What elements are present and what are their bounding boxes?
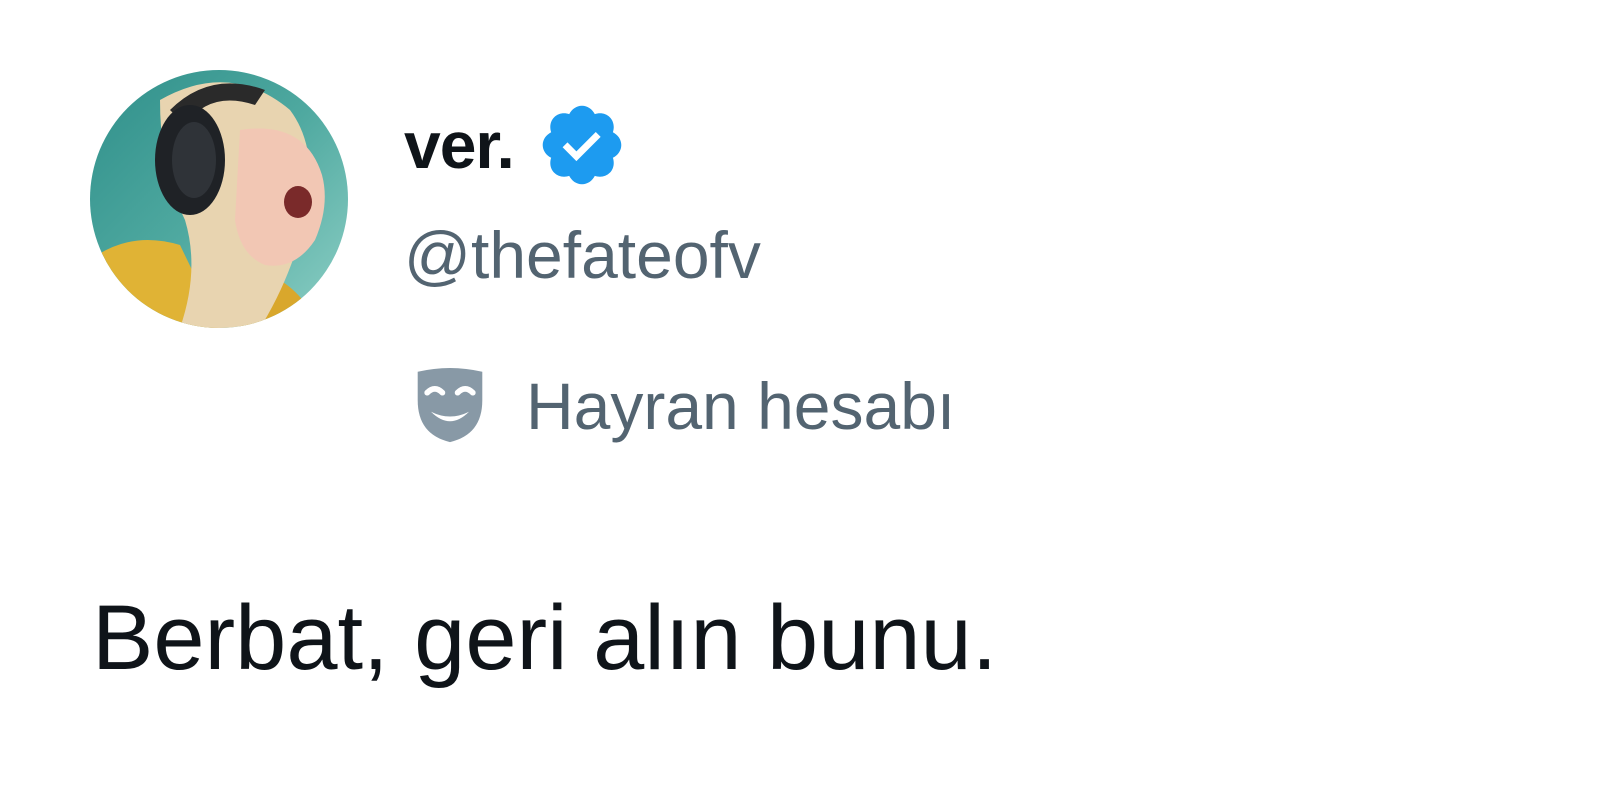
fan-account-label-text: Hayran hesabı — [526, 369, 956, 443]
display-name[interactable]: ver. — [404, 112, 515, 178]
verified-badge-icon[interactable] — [536, 99, 628, 191]
tweet-card: ver. @thefateofv Hayran hesabı Berbat, g… — [0, 0, 1600, 800]
tweet-text: Berbat, geri alın bunu. — [92, 587, 998, 689]
author-handle[interactable]: @thefateofv — [404, 222, 761, 288]
avatar[interactable] — [90, 70, 348, 328]
author-name-row: ver. — [404, 100, 628, 190]
fan-account-label: Hayran hesabı — [412, 365, 955, 447]
theater-mask-icon — [417, 368, 483, 443]
avatar-photo — [90, 70, 348, 328]
